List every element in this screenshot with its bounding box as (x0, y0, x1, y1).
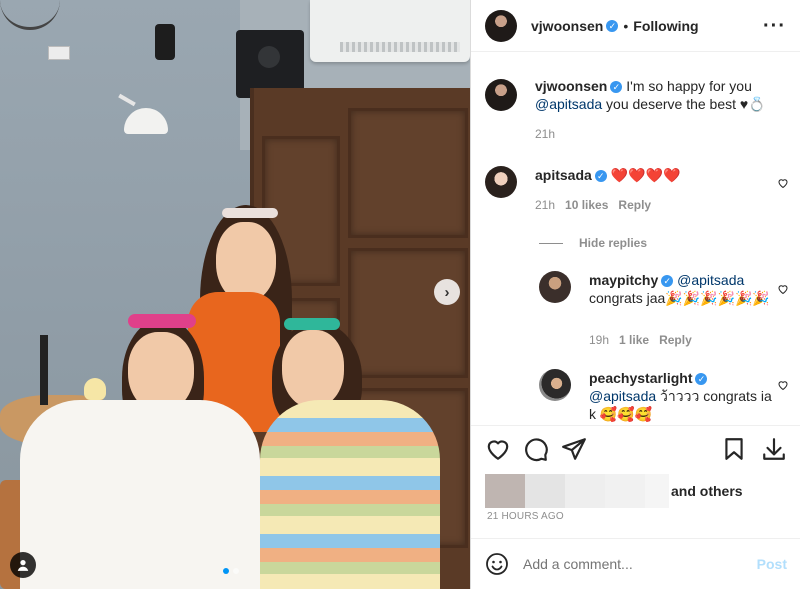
photo-stand (40, 335, 48, 405)
reply-text: congrats jaa🎉🎉🎉🎉🎉🎉 (589, 290, 770, 306)
comment-item: apitsada ✓ ❤️❤️❤️❤️ 21h 10 likes Reply (485, 166, 775, 212)
reply-reply-button[interactable]: Reply (659, 333, 692, 347)
comment-username[interactable]: apitsada (535, 167, 592, 183)
reply-username[interactable]: maypitchy (589, 272, 658, 288)
post-sidebar: vjwoonsen ✓ • Following ··· vjwoonsen ✓ I… (470, 0, 800, 589)
caption-text-after: you deserve the best ♥💍 (606, 96, 766, 112)
comment-reply-button[interactable]: Reply (618, 198, 651, 212)
author-avatar[interactable] (485, 9, 517, 42)
carousel-dot (233, 568, 239, 574)
caption-time[interactable]: 21h (535, 127, 555, 141)
user-icon (17, 560, 29, 571)
reply-item: peachystarlight ✓ @apitsada ว้าววว congra… (539, 369, 779, 423)
carousel-indicator (223, 568, 239, 574)
comments-list[interactable]: vjwoonsen ✓ I'm so happy for you @apitsad… (471, 53, 800, 425)
post-header: vjwoonsen ✓ • Following ··· (471, 0, 800, 52)
post-comment-button[interactable]: Post (757, 556, 787, 572)
likes-and-others[interactable]: and others (671, 483, 743, 499)
photo-small-speaker (155, 24, 175, 60)
download-icon[interactable] (761, 436, 787, 462)
liker-avatar-blur (605, 474, 645, 508)
post-photo[interactable]: › (0, 0, 470, 589)
share-send-icon[interactable] (561, 436, 587, 462)
reply-avatar[interactable] (539, 369, 571, 401)
post-actions-bar (471, 425, 800, 475)
caption-avatar[interactable] (485, 79, 517, 111)
photo-outlet (48, 46, 70, 60)
reply-item: maypitchy ✓ @apitsada congrats jaa🎉🎉🎉🎉🎉🎉 … (539, 271, 779, 347)
emoji-icon[interactable] (485, 552, 509, 576)
photo-wall-lamp (118, 90, 168, 138)
reply-username[interactable]: peachystarlight (589, 370, 692, 386)
carousel-dot-active (223, 568, 229, 574)
comment-like-heart-icon[interactable] (777, 177, 789, 189)
photo-cake (84, 378, 106, 400)
comment-bubble-icon[interactable] (523, 436, 549, 462)
carousel-next-button[interactable]: › (434, 279, 460, 305)
comment-likes[interactable]: 10 likes (565, 198, 608, 212)
commenter-avatar[interactable] (485, 166, 517, 198)
reply-time[interactable]: 19h (589, 333, 609, 347)
save-bookmark-icon[interactable] (721, 436, 747, 462)
verified-badge-icon: ✓ (594, 170, 607, 183)
reply-likes[interactable]: 1 like (619, 333, 649, 347)
post-timestamp[interactable]: 21 HOURS AGO (487, 511, 564, 522)
caption-text-before: I'm so happy for you (626, 78, 752, 94)
comment-input[interactable] (523, 556, 757, 572)
instagram-post-view: › vjwoonsen ✓ • Following ··· vjwoonsen … (0, 0, 800, 589)
author-username[interactable]: vjwoonsen (531, 18, 603, 34)
likes-summary[interactable]: and others (485, 474, 743, 508)
following-button[interactable]: Following (633, 18, 698, 34)
liker-avatar-blur (525, 474, 565, 508)
like-heart-icon[interactable] (485, 436, 511, 462)
header-separator: • (623, 17, 629, 34)
more-options-icon[interactable]: ··· (763, 16, 786, 36)
hide-replies-label: Hide replies (579, 236, 648, 250)
reply-like-heart-icon[interactable] (777, 283, 789, 295)
hide-replies-button[interactable]: Hide replies (539, 236, 647, 250)
comment-text: ❤️❤️❤️❤️ (610, 167, 681, 183)
reply-like-heart-icon[interactable] (777, 379, 789, 391)
comment-time[interactable]: 21h (535, 198, 555, 212)
caption: vjwoonsen ✓ I'm so happy for you @apitsad… (485, 77, 785, 141)
chevron-right-icon: › (444, 283, 450, 301)
liker-avatar-blur (645, 474, 669, 508)
reply-avatar[interactable] (539, 271, 571, 303)
caption-username[interactable]: vjwoonsen (535, 78, 607, 94)
photo-air-conditioner (310, 0, 470, 62)
liker-avatar-blur (485, 474, 525, 508)
caption-mention[interactable]: @apitsada (535, 96, 602, 112)
add-comment-bar: Post (471, 538, 800, 589)
reply-mention[interactable]: @apitsada (677, 272, 744, 288)
verified-badge-icon: ✓ (606, 19, 619, 32)
reply-mention[interactable]: @apitsada (589, 388, 656, 404)
verified-badge-icon: ✓ (695, 373, 708, 386)
verified-badge-icon: ✓ (610, 81, 623, 94)
liker-avatar-blur (565, 474, 605, 508)
verified-badge-icon: ✓ (661, 275, 674, 288)
tagged-users-button[interactable] (10, 552, 36, 578)
